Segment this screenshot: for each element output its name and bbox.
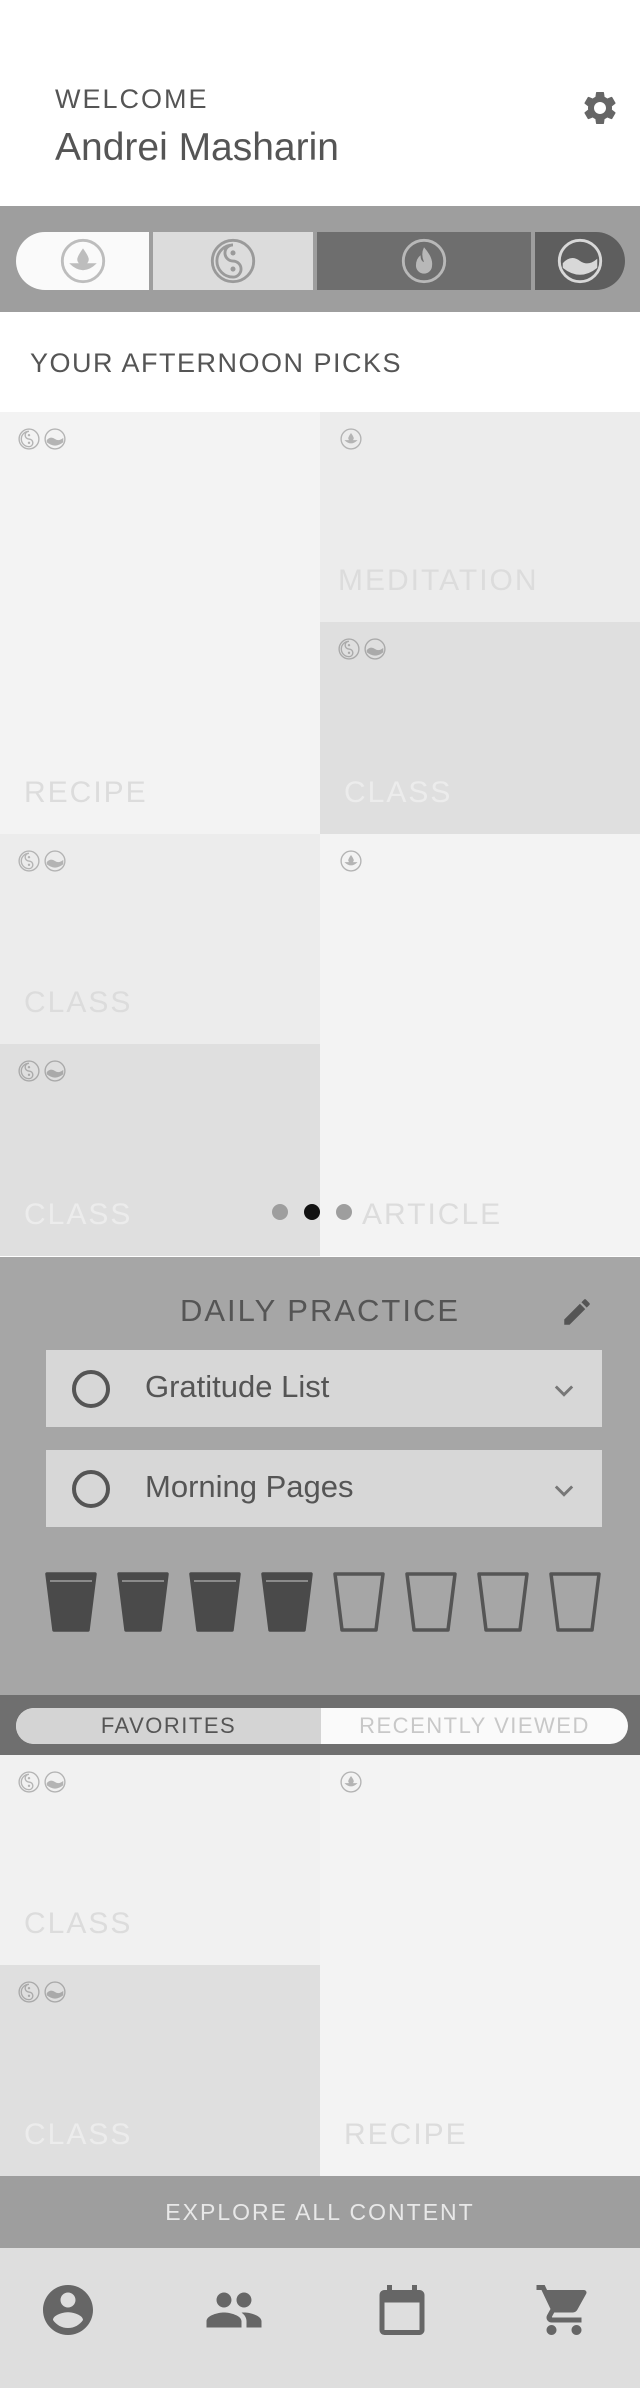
wave-icon <box>44 1060 66 1082</box>
carousel-dot-active[interactable] <box>304 1204 320 1220</box>
card-type-label: CLASS <box>24 2118 133 2151</box>
bottom-nav <box>0 2248 640 2388</box>
wave-icon <box>44 1771 66 1793</box>
wave-icon <box>557 238 603 284</box>
water-cup-filled[interactable] <box>44 1571 98 1633</box>
drop-icon <box>340 1771 362 1793</box>
practice-checkbox[interactable] <box>72 1370 110 1408</box>
card-badges <box>338 638 386 660</box>
drop-icon <box>60 238 106 284</box>
card-type-label: MEDITATION <box>338 564 539 597</box>
water-cup-filled[interactable] <box>260 1571 314 1633</box>
card-badges <box>18 1771 66 1793</box>
yin-yang-icon <box>18 1981 40 2003</box>
carousel-dot[interactable] <box>272 1204 288 1220</box>
content-card[interactable]: RECIPE <box>0 412 320 834</box>
water-tracker <box>44 1571 602 1633</box>
card-badges <box>18 428 66 450</box>
content-card[interactable]: RECIPE <box>320 1755 640 2176</box>
water-cup-filled[interactable] <box>116 1571 170 1633</box>
practice-name: Morning Pages <box>145 1469 354 1504</box>
category-flame[interactable] <box>317 232 531 290</box>
tab-recently-viewed[interactable]: RECENTLY VIEWED <box>321 1708 628 1744</box>
welcome-label: WELCOME <box>55 84 209 114</box>
content-card[interactable]: ARTICLE <box>320 834 640 1256</box>
yin-yang-icon <box>18 1060 40 1082</box>
content-card[interactable]: CLASS <box>0 1044 320 1256</box>
practice-name: Gratitude List <box>145 1369 330 1404</box>
water-cup-empty[interactable] <box>476 1571 530 1633</box>
chevron-down-icon[interactable] <box>550 1376 578 1404</box>
wave-icon <box>44 428 66 450</box>
daily-practice-panel: DAILY PRACTICE Gratitude List Morning Pa… <box>0 1257 640 1695</box>
carousel-indicator <box>272 1204 352 1220</box>
content-card[interactable]: MEDITATION <box>320 412 640 622</box>
card-badges <box>18 850 66 872</box>
tab-group: FAVORITES RECENTLY VIEWED <box>16 1708 628 1744</box>
practice-checkbox[interactable] <box>72 1470 110 1508</box>
yin-yang-icon <box>18 850 40 872</box>
yin-yang-icon <box>338 638 360 660</box>
daily-practice-title: DAILY PRACTICE <box>179 1293 461 1328</box>
water-cup-empty[interactable] <box>548 1571 602 1633</box>
content-card[interactable]: CLASS <box>0 834 320 1044</box>
card-badges <box>18 1060 66 1082</box>
profile-icon[interactable] <box>38 2280 98 2340</box>
tab-favorites[interactable]: FAVORITES <box>16 1708 321 1744</box>
content-card[interactable]: CLASS <box>320 622 640 834</box>
card-type-label: ARTICLE <box>362 1198 503 1231</box>
header: WELCOME Andrei Masharin <box>0 0 640 206</box>
flame-icon <box>401 238 447 284</box>
wave-icon <box>364 638 386 660</box>
wave-icon <box>44 850 66 872</box>
category-yin-yang[interactable] <box>153 232 313 290</box>
yin-yang-icon <box>18 428 40 450</box>
chevron-down-icon[interactable] <box>550 1476 578 1504</box>
content-card[interactable]: CLASS <box>0 1755 320 1965</box>
drop-icon <box>340 850 362 872</box>
card-type-label: CLASS <box>24 1198 133 1231</box>
water-cup-filled[interactable] <box>188 1571 242 1633</box>
card-type-label: CLASS <box>24 1907 133 1940</box>
card-badges <box>340 850 362 872</box>
calendar-icon[interactable] <box>372 2280 432 2340</box>
pencil-icon[interactable] <box>560 1295 594 1329</box>
content-card[interactable]: CLASS <box>0 1965 320 2176</box>
explore-all-button[interactable]: EXPLORE ALL CONTENT <box>0 2176 640 2248</box>
category-wave[interactable] <box>535 232 625 290</box>
wave-icon <box>44 1981 66 2003</box>
card-badges <box>18 1981 66 2003</box>
water-cup-empty[interactable] <box>404 1571 458 1633</box>
collection-tabs: FAVORITES RECENTLY VIEWED <box>0 1695 640 1755</box>
yin-yang-icon <box>18 1771 40 1793</box>
practice-item[interactable]: Gratitude List <box>46 1350 602 1427</box>
card-type-label: RECIPE <box>344 2118 468 2151</box>
card-type-label: CLASS <box>344 776 453 809</box>
gear-icon[interactable] <box>580 88 620 128</box>
drop-icon <box>340 428 362 450</box>
card-type-label: RECIPE <box>24 776 148 809</box>
category-drop[interactable] <box>16 232 149 290</box>
section-title: YOUR AFTERNOON PICKS <box>30 348 403 378</box>
community-icon[interactable] <box>204 2280 264 2340</box>
card-badges <box>340 1771 362 1793</box>
cart-icon[interactable] <box>534 2280 594 2340</box>
practice-item[interactable]: Morning Pages <box>46 1450 602 1527</box>
category-selector <box>0 206 640 312</box>
user-name: Andrei Masharin <box>55 126 339 169</box>
water-cup-empty[interactable] <box>332 1571 386 1633</box>
yin-yang-icon <box>210 238 256 284</box>
card-badges <box>340 428 362 450</box>
card-type-label: CLASS <box>24 986 133 1019</box>
carousel-dot[interactable] <box>336 1204 352 1220</box>
